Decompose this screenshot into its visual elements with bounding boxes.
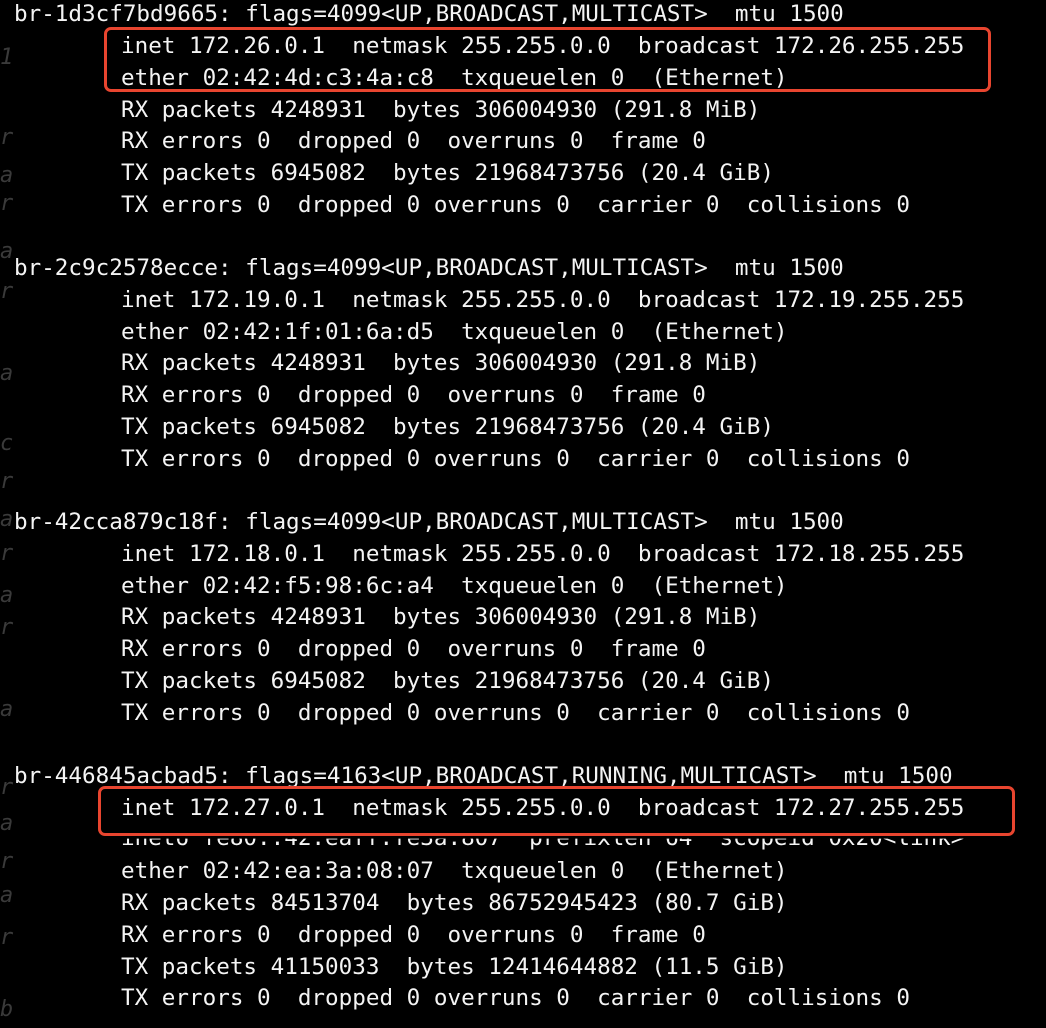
tx-errors-line: TX errors 0 dropped 0 overruns 0 carrier… [121, 192, 910, 218]
tx-packets-line: TX packets 6945082 bytes 21968473756 (20… [121, 668, 774, 694]
gutter-char: a [0, 811, 14, 836]
gutter-char: a [0, 583, 14, 608]
tx-packets-line: TX packets 41150033 bytes 12414644882 (1… [121, 954, 788, 980]
rx-errors-line: RX errors 0 dropped 0 overruns 0 frame 0 [121, 128, 706, 154]
gutter-char: a [0, 883, 14, 908]
interface-header: br-1d3cf7bd9665: flags=4099<UP,BROADCAST… [14, 1, 844, 27]
gutter-char: r [0, 849, 14, 874]
tx-packets-line: TX packets 6945082 bytes 21968473756 (20… [121, 160, 774, 186]
ether-line: ether 02:42:1f:01:6a:d5 txqueuelen 0 (Et… [121, 319, 788, 345]
tx-packets-line: TX packets 6945082 bytes 21968473756 (20… [121, 414, 774, 440]
gutter-char: 1 [0, 45, 14, 70]
inet-line: inet 172.18.0.1 netmask 255.255.0.0 broa… [121, 541, 965, 567]
rx-errors-line: RX errors 0 dropped 0 overruns 0 frame 0 [121, 922, 706, 948]
inet-line: inet 172.19.0.1 netmask 255.255.0.0 broa… [121, 287, 965, 313]
rx-packets-line: RX packets 4248931 bytes 306004930 (291.… [121, 97, 761, 123]
rx-packets-line: RX packets 4248931 bytes 306004930 (291.… [121, 604, 761, 630]
ether-line: ether 02:42:ea:3a:08:07 txqueuelen 0 (Et… [121, 858, 788, 884]
rx-errors-line: RX errors 0 dropped 0 overruns 0 frame 0 [121, 636, 706, 662]
ether-line: ether 02:42:f5:98:6c:a4 txqueuelen 0 (Et… [121, 573, 788, 599]
terminal-window[interactable]: 1 r a r a r a c r a r a r a r a r a r b … [0, 0, 1046, 1028]
interface-header: br-42cca879c18f: flags=4099<UP,BROADCAST… [14, 509, 844, 535]
gutter-char: r [0, 615, 14, 640]
gutter-char: a [0, 507, 14, 532]
tx-errors-line: TX errors 0 dropped 0 overruns 0 carrier… [121, 985, 910, 1011]
gutter-char: r [0, 775, 14, 800]
rx-packets-line: RX packets 84513704 bytes 86752945423 (8… [121, 890, 788, 916]
highlight-box-bottom [98, 786, 1015, 836]
gutter-char: a [0, 239, 14, 264]
gutter-char: a [0, 697, 14, 722]
gutter-char: b [0, 997, 14, 1022]
highlight-box-top [104, 27, 991, 92]
background-window-edge: 1 r a r a r a c r a r a r a r a r a r b [0, 0, 14, 1028]
gutter-char: r [0, 125, 14, 150]
rx-errors-line: RX errors 0 dropped 0 overruns 0 frame 0 [121, 382, 706, 408]
gutter-char: c [0, 431, 14, 456]
tx-errors-line: TX errors 0 dropped 0 overruns 0 carrier… [121, 700, 910, 726]
gutter-char: a [0, 361, 14, 386]
interface-header: br-2c9c2578ecce: flags=4099<UP,BROADCAST… [14, 255, 844, 281]
gutter-char: r [0, 469, 14, 494]
tx-errors-line: TX errors 0 dropped 0 overruns 0 carrier… [121, 446, 910, 472]
gutter-char: r [0, 279, 14, 304]
gutter-char: r [0, 541, 14, 566]
rx-packets-line: RX packets 4248931 bytes 306004930 (291.… [121, 350, 761, 376]
gutter-char: r [0, 925, 14, 950]
gutter-char: r [0, 191, 14, 216]
